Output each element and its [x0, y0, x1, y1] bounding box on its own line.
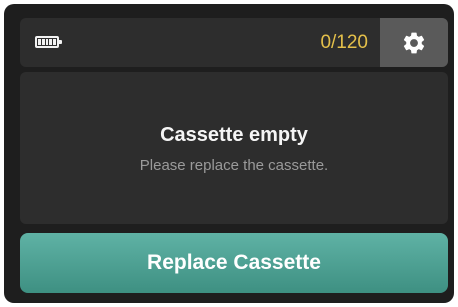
message-panel: Cassette empty Please replace the casset…	[20, 72, 448, 224]
battery-icon	[35, 36, 62, 48]
message-subtitle: Please replace the cassette.	[139, 157, 329, 174]
cassette-counter: 0/120	[320, 32, 368, 53]
replace-cassette-button[interactable]: Replace Cassette	[20, 233, 448, 293]
settings-button[interactable]	[380, 18, 448, 67]
status-bar: 0/120	[20, 18, 448, 67]
device-screen: 0/120 Cassette empty Please replace the …	[4, 4, 454, 303]
message-title: Cassette empty	[160, 124, 308, 146]
gear-icon	[403, 32, 425, 53]
